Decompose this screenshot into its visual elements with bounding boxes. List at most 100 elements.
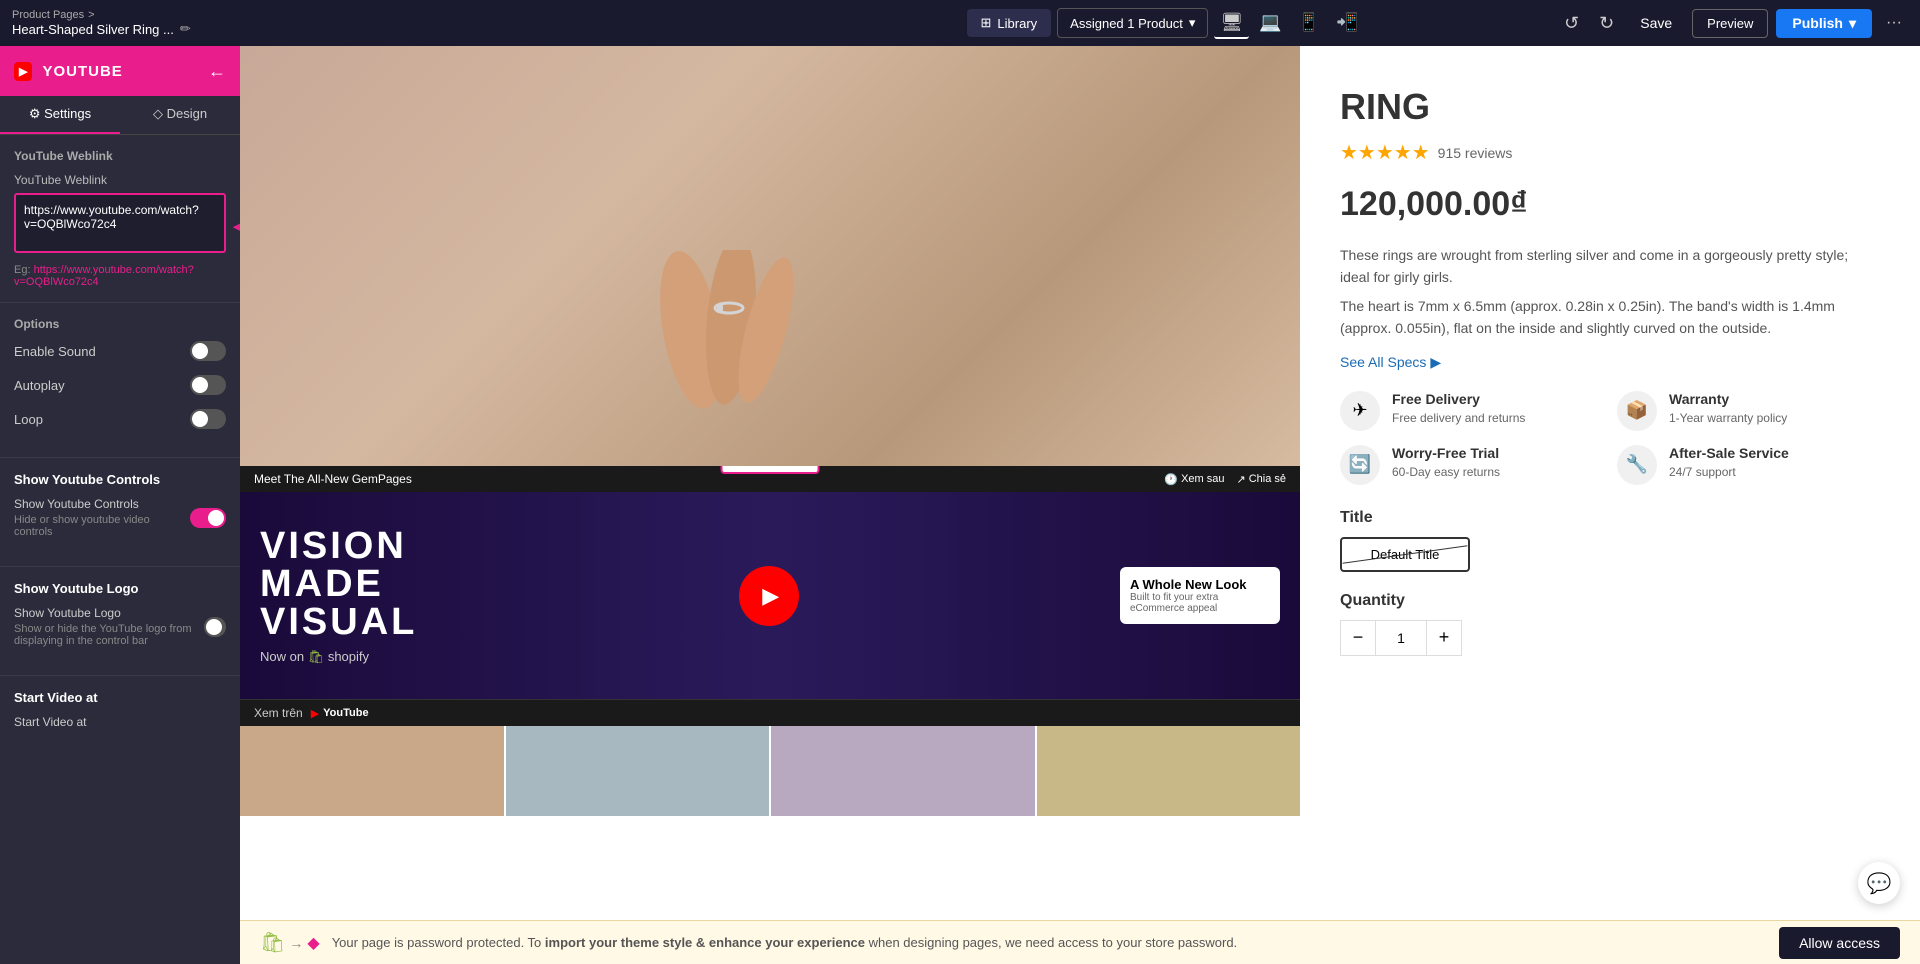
chat-bubble[interactable]: 💬 — [1858, 862, 1900, 904]
publish-button[interactable]: Publish ▾ — [1776, 9, 1872, 38]
product-desc-1: These rings are wrought from sterling si… — [1340, 244, 1880, 289]
product-desc-2: The heart is 7mm x 6.5mm (approx. 0.28in… — [1340, 295, 1880, 340]
youtube-play-button[interactable] — [739, 566, 799, 626]
weblink-input[interactable]: https://www.youtube.com/watch?v=OQBlWco7… — [14, 193, 226, 253]
feature-free-delivery: ✈ Free Delivery Free delivery and return… — [1340, 391, 1603, 431]
made-text: MADE — [260, 565, 417, 603]
start-video-label: Start Video at — [14, 715, 226, 729]
feature-trial-title: Worry-Free Trial — [1392, 445, 1499, 461]
autoplay-row: Autoplay — [14, 375, 226, 395]
edit-page-name-icon[interactable]: ✏ — [180, 21, 191, 37]
yt-play-icon: ▶ — [311, 707, 319, 720]
feature-trial-text: Worry-Free Trial 60-Day easy returns — [1392, 445, 1500, 479]
youtube-overlay: + Youtube → Meet The All-New GemPages 🕐 … — [240, 466, 1300, 726]
breadcrumb: Product Pages > Heart-Shaped Silver Ring… — [12, 9, 191, 37]
settings-icon: ⚙ — [29, 106, 41, 121]
product-title: RING — [1340, 86, 1880, 128]
feature-delivery-title: Free Delivery — [1392, 391, 1480, 407]
warranty-icon: 📦 — [1617, 391, 1657, 431]
show-logo-toggle-row: Show Youtube Logo Show or hide the YouTu… — [14, 606, 226, 647]
show-controls-toggle[interactable] — [190, 508, 226, 528]
thumbnail-1[interactable] — [240, 726, 504, 816]
title-section-label: Title — [1340, 509, 1880, 527]
undo-button[interactable]: ↺ — [1558, 9, 1585, 38]
chevron-down-icon: ▾ — [1189, 15, 1196, 31]
quantity-section: Quantity − 1 + — [1340, 592, 1880, 656]
youtube-logo-badge: ▶ — [14, 62, 32, 81]
arrow-right-icon: → — [289, 935, 303, 951]
eg-link[interactable]: https://www.youtube.com/watch?v=OQBlWco7… — [14, 264, 194, 288]
autoplay-toggle[interactable] — [190, 375, 226, 395]
delivery-icon: ✈ — [1340, 391, 1380, 431]
visual-text: VISUAL — [260, 603, 417, 641]
loop-toggle[interactable] — [190, 409, 226, 429]
more-options-button[interactable]: ··· — [1880, 10, 1908, 36]
canvas-area: + Youtube → Meet The All-New GemPages 🕐 … — [240, 46, 1920, 920]
see-all-specs-link[interactable]: See All Specs ▶ — [1340, 354, 1880, 371]
mobile-icon[interactable]: 📲 — [1330, 8, 1364, 39]
feature-trial-desc: 60-Day easy returns — [1392, 465, 1500, 479]
feature-trial: 🔄 Worry-Free Trial 60-Day easy returns — [1340, 445, 1603, 485]
save-button[interactable]: Save — [1628, 9, 1684, 37]
thumbnail-2[interactable] — [506, 726, 770, 816]
design-icon: ◇ — [153, 106, 163, 121]
service-icon: 🔧 — [1617, 445, 1657, 485]
title-section: Title Default Title — [1340, 509, 1880, 572]
youtube-action-chia-se[interactable]: ↗ Chia sẻ — [1236, 473, 1286, 486]
shopify-logo-icon: 🛍 — [308, 649, 328, 664]
thumbnail-4[interactable] — [1037, 726, 1301, 816]
ring-hand-visual — [611, 250, 811, 470]
main-product-image: + Youtube → Meet The All-New GemPages 🕐 … — [240, 46, 1300, 726]
options-title: Options — [14, 317, 226, 331]
arrow-right-icon: → — [793, 466, 807, 469]
sidebar-back-button[interactable]: ← — [208, 61, 226, 82]
breadcrumb-parent: Product Pages > — [12, 9, 191, 21]
red-arrow-icon: ◀ — [233, 213, 240, 238]
youtube-content-area: VISION MADE VISUAL Now on 🛍 shopify — [240, 492, 1300, 699]
tab-settings[interactable]: ⚙ Settings — [0, 96, 120, 134]
thumbnail-3[interactable] — [771, 726, 1035, 816]
trial-icon: 🔄 — [1340, 445, 1380, 485]
desktop-icon[interactable]: 🖥 — [1214, 8, 1249, 39]
preview-button[interactable]: Preview — [1692, 9, 1768, 38]
eg-text: Eg: https://www.youtube.com/watch?v=OQBl… — [14, 264, 226, 288]
plus-icon: + — [733, 466, 742, 470]
assigned-product-button[interactable]: Assigned 1 Product ▾ — [1057, 8, 1208, 38]
quantity-minus-button[interactable]: − — [1340, 620, 1376, 656]
show-logo-toggle[interactable] — [204, 617, 226, 637]
start-video-section: Start Video at Start Video at — [0, 675, 240, 743]
youtube-background: VISION MADE VISUAL Now on 🛍 shopify — [240, 492, 1300, 699]
feature-warranty-title: Warranty — [1669, 391, 1729, 407]
review-count: 915 reviews — [1438, 145, 1513, 161]
stars-row: ★★★★★ 915 reviews — [1340, 140, 1880, 165]
library-icon: ⊞ — [981, 15, 992, 31]
default-title-button[interactable]: Default Title — [1340, 537, 1470, 572]
bottom-bar-logos: 🛍 → ◆ — [260, 930, 320, 955]
top-bar: Product Pages > Heart-Shaped Silver Ring… — [0, 0, 1920, 46]
youtube-element-label: + Youtube → — [721, 466, 820, 474]
start-video-title: Start Video at — [14, 690, 226, 705]
youtube-bar-title: Meet The All-New GemPages — [254, 472, 412, 486]
enable-sound-toggle[interactable] — [190, 341, 226, 361]
tablet-icon[interactable]: 📱 — [1292, 8, 1326, 39]
show-controls-desc: Hide or show youtube video controls — [14, 514, 190, 538]
product-info-panel: RING ★★★★★ 915 reviews 120,000.00₫ These… — [1300, 46, 1920, 920]
now-on-shopify: Now on 🛍 shopify — [260, 649, 417, 665]
quantity-plus-button[interactable]: + — [1426, 620, 1462, 656]
quantity-label: Quantity — [1340, 592, 1880, 610]
breadcrumb-area: Product Pages > Heart-Shaped Silver Ring… — [12, 9, 773, 37]
youtube-footer-logo: ▶ YouTube — [311, 707, 369, 720]
allow-access-button[interactable]: Allow access — [1779, 927, 1900, 959]
product-page: + Youtube → Meet The All-New GemPages 🕐 … — [240, 46, 1920, 920]
redo-button[interactable]: ↻ — [1593, 9, 1620, 38]
tab-design[interactable]: ◇ Design — [120, 96, 240, 134]
gempages-icon: ◆ — [307, 933, 319, 953]
nav-center: ⊞ Library Assigned 1 Product ▾ 🖥 💻 📱 📲 — [785, 8, 1546, 39]
enable-sound-row: Enable Sound — [14, 341, 226, 361]
library-button[interactable]: ⊞ Library — [967, 9, 1052, 37]
sidebar-header-title-area: ▶ YOUTUBE — [14, 62, 123, 81]
youtube-label-text: Youtube — [746, 466, 790, 468]
youtube-action-xem-sau[interactable]: 🕐 Xem sau — [1164, 473, 1224, 486]
laptop-icon[interactable]: 💻 — [1253, 8, 1287, 39]
youtube-footer: Xem trên ▶ YouTube — [240, 699, 1300, 726]
